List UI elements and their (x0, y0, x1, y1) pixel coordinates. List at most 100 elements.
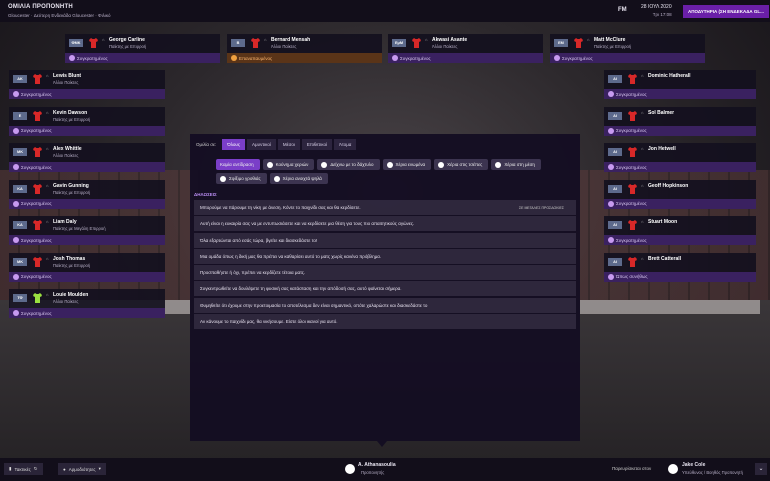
player-card[interactable]: ΑΙ ⌂ Dominic Hatherall Συγκρατημένος (604, 70, 756, 99)
gesture-icon (495, 161, 502, 168)
player-row: ΤΦ ⌂ Louie Moulden Άλλοι Παίκτες (9, 289, 165, 308)
responsibilities-label: Αρμοδιότητες (68, 466, 96, 472)
statement-text: Προσπαθήστε ή όχι, πρέπει να κερδίζετε τ… (200, 270, 306, 276)
player-status: Συγκρατημένος (604, 235, 756, 245)
player-role: Άλλοι Παίκτες (53, 80, 79, 85)
lock-icon: ⌂ (46, 219, 49, 224)
player-card[interactable]: ΑΙ ⌂ Sol Balmer Συγκρατημένος (604, 106, 756, 136)
tone-label: Χέρια ανοιχτά ψηλά (282, 176, 322, 181)
status-text: Συγκρατημένος (562, 55, 593, 61)
shirt-icon (628, 110, 637, 121)
shirt-icon (33, 147, 42, 157)
statement-option[interactable]: Όλα εξαρτώνται από εσάς τώρα, βγείτε και… (194, 232, 576, 248)
chevron-down-icon[interactable]: ⌄ (755, 463, 767, 475)
tone-button[interactable]: Χέρια στη μέση (491, 159, 541, 170)
tab-defenders[interactable]: Αμυντικοί (247, 139, 276, 150)
status-text: Συγκρατημένος (400, 55, 431, 61)
player-card[interactable]: ΜΚ ⌂ Alex Whittle Άλλοι Παίκτες Συγκρατημένο… (9, 143, 165, 172)
mood-face-icon (608, 91, 614, 97)
player-name[interactable]: Geoff Hopkinson (648, 183, 688, 189)
player-name[interactable]: Dominic Hatherall (648, 73, 691, 79)
player-card[interactable]: ΕΜ ⌂ Matt McClure Παίκτης με Επιρροή Συγκρατ… (550, 34, 705, 63)
statement-option[interactable]: Μπορούμε να πάρουμε τη νίκη με άνεση. Κό… (194, 200, 576, 215)
status-text: Συγκρατημένος (21, 91, 52, 97)
player-card[interactable]: Β ⌂ Bernard Mensah Άλλοι Παίκτες Επαναπαυμέν… (227, 34, 382, 63)
breadcrumb[interactable]: Gloucester · Δεύτερη Ενδεκάδα Gloucester… (8, 13, 111, 18)
shirt-icon (33, 183, 42, 194)
statement-option[interactable]: Αν κάνουμε το παιχνίδι μας, θα νικήσουμε… (194, 314, 576, 330)
responsibilities-button[interactable]: ● Αρμοδιότητες ▾ (58, 463, 106, 475)
continue-button[interactable]: ΑΠΟΔΥΤΗΡΙΑ (ΣΗ ΕΝΔΕΚΑΔΑ GL... (683, 5, 769, 18)
status-text: Ώπως συνήθως (616, 274, 648, 279)
player-card[interactable]: ΑΙ ⌂ Stuart Moon Συγκρατημένος (604, 216, 756, 245)
player-card[interactable]: ΑΚ ⌂ Lewis Blunt Άλλοι Παίκτες Συγκρατημένος (9, 70, 165, 99)
player-name[interactable]: Louie Moulden (53, 292, 88, 298)
player-name[interactable]: Kevin Dawson (53, 110, 87, 116)
tone-button[interactable]: Κούνημα χεριών (262, 159, 315, 170)
player-name[interactable]: Akwasi Asante (432, 37, 467, 43)
player-card[interactable]: ΑΙ ⌂ Geoff Hopkinson Συγκρατημένος (604, 179, 756, 209)
player-status: Συγκρατημένος (604, 89, 756, 99)
statements-list: Μπορούμε να πάρουμε τη νίκη με άνεση. Κό… (194, 200, 576, 330)
position-badge: ΜΚ (13, 148, 27, 156)
player-name[interactable]: Matt McClure (594, 37, 625, 43)
lock-icon: ⌂ (425, 37, 428, 42)
player-card[interactable]: ΦΜΚ ⌂ George Carline Παίκτης με Επιρροή Συγκ… (65, 34, 220, 63)
tone-button[interactable]: Δείχνω με το δάχτυλο (317, 159, 380, 170)
player-name[interactable]: Bernard Mensah (271, 37, 310, 43)
player-name[interactable]: Sol Balmer (648, 110, 674, 116)
player-name[interactable]: Lewis Blunt (53, 73, 81, 79)
player-card[interactable]: ΕμΜ ⌂ Akwasi Asante Άλλοι Παίκτες Συγκρατημέ… (388, 34, 543, 63)
lock-icon: ⌂ (641, 255, 644, 261)
player-card[interactable]: ΤΦ ⌂ Louie Moulden Άλλοι Παίκτες Συγκρατημέν… (9, 289, 165, 318)
shirt-icon (628, 74, 637, 84)
gesture-icon (266, 161, 273, 168)
player-card[interactable]: ΚΑ ⌂ Liam Daly Παίκτης με Μεγάλη Επιρροή Συγ… (9, 216, 165, 245)
shirt-icon (574, 38, 583, 48)
player-status: Συγκρατημένος (9, 162, 165, 172)
player-row: ΚΑ ⌂ Liam Daly Παίκτης με Μεγάλη Επιρροή (9, 216, 165, 235)
player-name[interactable]: George Carline (109, 37, 145, 43)
player-name[interactable]: Liam Daly (53, 219, 77, 225)
tactics-button[interactable]: ▮ Τακτικές ↻ (4, 463, 43, 475)
mood-face-icon (13, 127, 19, 134)
player-name[interactable]: Gavin Gunning (53, 183, 89, 189)
statement-option[interactable]: Προσπαθήστε ή όχι, πρέπει να κερδίζετε τ… (194, 265, 576, 281)
statement-option[interactable]: Μια ομάδα όπως η δική μας θα πρέπει να κ… (194, 248, 576, 264)
player-name[interactable]: Josh Thomas (53, 256, 85, 262)
player-role: Άλλοι Παίκτες (432, 44, 458, 49)
player-name[interactable]: Alex Whittle (53, 146, 82, 152)
fm-logo[interactable]: FM (618, 7, 627, 13)
player-status: Συγκρατημένος (9, 235, 165, 245)
tone-button[interactable]: Χέρια ενωμένα (382, 159, 432, 170)
player-name[interactable]: Brett Catterall (648, 256, 681, 262)
gesture-icon (438, 161, 445, 168)
player-name[interactable]: Stuart Moon (648, 219, 677, 225)
tone-button[interactable]: Χέρια ανοιχτά ψηλά (269, 173, 328, 184)
position-badge: ΑΙ (608, 111, 622, 120)
lock-icon: ⌂ (46, 255, 49, 261)
tab-individuals[interactable]: Άτομα (333, 139, 357, 150)
tab-attackers[interactable]: Επιθετικοί (301, 139, 332, 150)
lock-icon: ⌂ (264, 37, 267, 42)
player-card[interactable]: ΑΙ ⌂ Brett Catterall Ώπως συνήθως (604, 252, 756, 282)
player-card[interactable]: Ε ⌂ Kevin Dawson Παίκτης με Επιρροή Συγκρατη… (9, 106, 165, 136)
tone-button[interactable]: Χέρια στις τσέπες (434, 159, 489, 170)
position-badge: ΑΙ (608, 184, 622, 193)
player-card[interactable]: ΚΑ ⌂ Gavin Gunning Παίκτης με Επιρροή Συγκρα… (9, 179, 165, 209)
statement-option[interactable]: Συγκεντρωθείτε να δουλέψετε τη φυσική σα… (194, 281, 576, 297)
tab-all[interactable]: Όλους (222, 139, 246, 150)
tone-button[interactable]: Καμία αντίδραση (216, 159, 260, 170)
tone-button[interactable]: Σφίξιμο γροθιάς (216, 173, 267, 184)
tab-midfielders[interactable]: Μέσοι (277, 139, 300, 150)
player-name[interactable]: Jon Hetwell (648, 146, 676, 152)
player-status: Συγκρατημένος (604, 125, 756, 136)
player-card[interactable]: ΜΚ ⌂ Josh Thomas Παίκτης με Επιρροή Συγκρατη… (9, 252, 165, 282)
status-text: Συγκρατημένος (21, 237, 52, 243)
tone-label: Σφίξιμο γροθιάς (229, 176, 261, 181)
shirt-icon (628, 147, 637, 157)
statement-option[interactable]: Θυμηθείτε ότι έχουμε στην προετοιμασία τ… (194, 297, 576, 313)
statement-option[interactable]: Αυτή είναι η ευκαιρία σας να με εντυπωσι… (194, 216, 576, 232)
game-date[interactable]: 28 ΙΟΥΛ 2020 Τρι 17:08 (641, 4, 672, 17)
player-card[interactable]: ΑΙ ⌂ Jon Hetwell Συγκρατημένος (604, 143, 756, 172)
